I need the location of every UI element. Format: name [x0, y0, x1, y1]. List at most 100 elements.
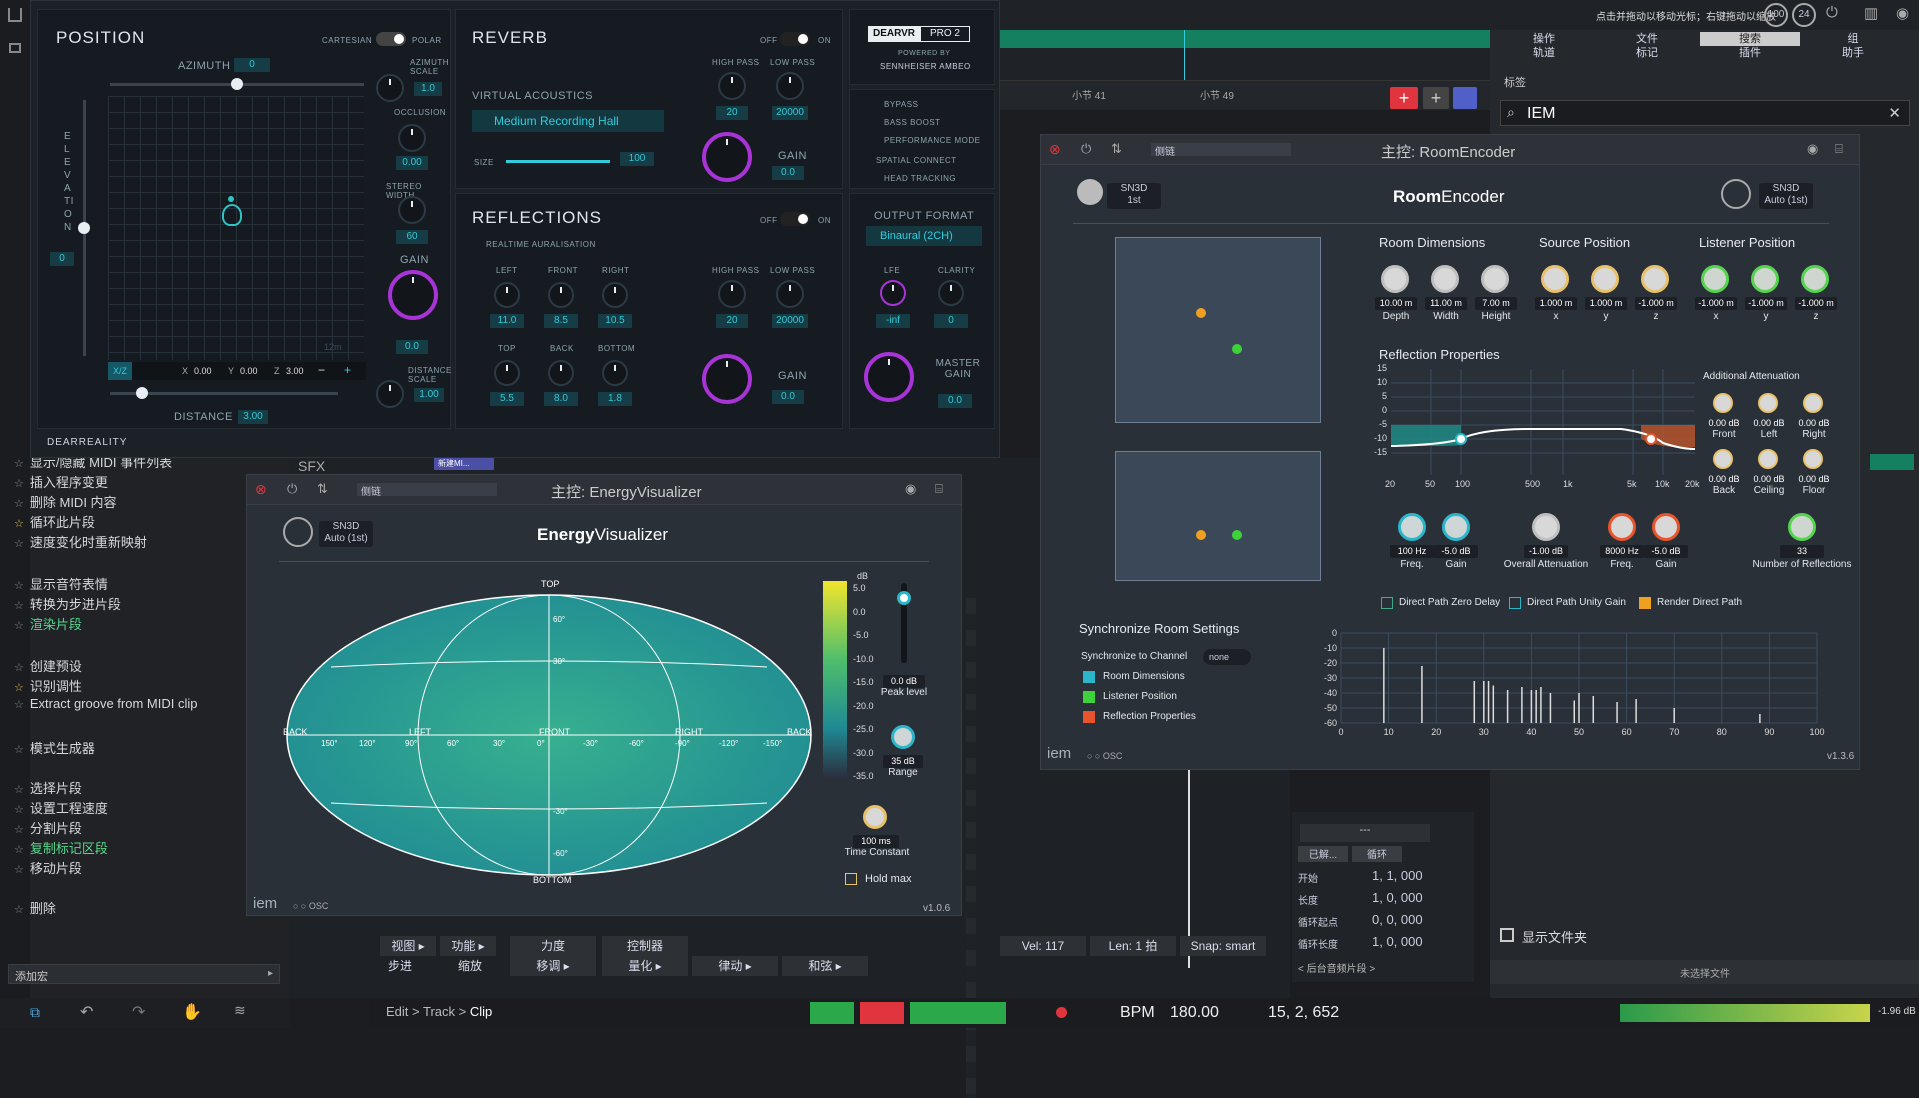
sidebar-item[interactable]: ☆ 速度变化时重新映射	[14, 532, 147, 551]
re-bottom-knob[interactable]	[1398, 513, 1426, 541]
star-icon[interactable]: ☆	[14, 824, 24, 836]
sync-listener-checkbox[interactable]	[1083, 691, 1095, 703]
sync-channel-select[interactable]: none	[1203, 649, 1251, 665]
bypass-option[interactable]: BYPASS	[884, 100, 918, 109]
re-dims-knob[interactable]	[1481, 265, 1509, 293]
sidebar-item[interactable]: ☆ 渲染片段	[14, 614, 82, 633]
size-value[interactable]: 100	[620, 152, 654, 166]
length-display[interactable]: Len: 1 拍	[1090, 936, 1176, 956]
loop-start-value[interactable]: 0, 0, 000	[1372, 912, 1423, 927]
refl-right-value[interactable]: 10.5	[598, 314, 632, 328]
star-icon[interactable]: ☆	[14, 600, 24, 612]
xz-button[interactable]: X/Z	[108, 362, 132, 380]
sidebar-item[interactable]: ☆ 分割片段	[14, 818, 82, 837]
master-gain-knob[interactable]	[864, 352, 914, 402]
sidebar-item[interactable]: ☆ 设置工程速度	[14, 798, 108, 817]
re-lis-value[interactable]: -1.000 m	[1695, 297, 1737, 310]
re-eye-icon[interactable]: ◉	[1807, 141, 1818, 157]
reverb-low-pass-value[interactable]: 20000	[772, 106, 808, 120]
lfe-knob[interactable]	[880, 280, 906, 306]
sidebar-item[interactable]: ☆ 转换为步进片段	[14, 594, 121, 613]
record-icon[interactable]	[1056, 1007, 1067, 1018]
re-osc-label[interactable]: ○ ○ OSC	[1087, 751, 1122, 761]
re-src-knob[interactable]	[1641, 265, 1669, 293]
lfe-value[interactable]: -inf	[876, 314, 910, 328]
re-src-value[interactable]: 1.000 m	[1535, 297, 1577, 310]
step-button[interactable]: 步进	[380, 956, 420, 976]
azimuth-scale-knob[interactable]	[376, 74, 404, 102]
star-icon[interactable]: ☆	[14, 682, 24, 694]
hand-icon[interactable]: ✋	[182, 1002, 202, 1022]
sync-room-dims-checkbox[interactable]	[1083, 671, 1095, 683]
hold-max-checkbox[interactable]	[845, 873, 857, 885]
transpose-menu[interactable]: 移调 ▸	[510, 956, 596, 976]
re-src-knob[interactable]	[1541, 265, 1569, 293]
add-button[interactable]: +	[1423, 87, 1449, 109]
clear-icon[interactable]: ✕	[1888, 104, 1901, 122]
browser-tab[interactable]: 助手	[1803, 46, 1903, 60]
sync-refl-checkbox[interactable]	[1083, 711, 1095, 723]
power-icon[interactable]: ⏻	[1826, 4, 1838, 21]
redo-icon[interactable]: ↷	[132, 1002, 145, 1022]
ev-routing-icon[interactable]: ⇅	[317, 481, 328, 497]
x-value[interactable]: 0.00	[194, 366, 212, 376]
refl-low-pass-knob[interactable]	[776, 280, 804, 308]
reverb-high-pass-value[interactable]: 20	[716, 106, 748, 120]
crumb-edit[interactable]: Edit	[386, 1004, 408, 1019]
star-icon[interactable]: ☆	[14, 518, 24, 530]
home-icon[interactable]	[8, 8, 22, 22]
ev-order-select[interactable]: SN3D Auto (1st)	[319, 521, 373, 547]
re-bottom-knob[interactable]	[1532, 513, 1560, 541]
playhead[interactable]	[1184, 30, 1185, 82]
refl-right-knob[interactable]	[602, 282, 628, 308]
bpm-value[interactable]: 180.00	[1170, 1004, 1219, 1022]
panel-icon[interactable]: ⧉	[30, 1004, 40, 1021]
star-icon[interactable]: ☆	[14, 580, 24, 592]
re-bottom-value[interactable]: 100 Hz	[1390, 545, 1434, 558]
re-input-order-select[interactable]: SN3D 1st	[1107, 183, 1161, 209]
show-folder-checkbox[interactable]	[1500, 928, 1514, 942]
sidebar-item[interactable]: ☆ 选择片段	[14, 778, 82, 797]
refl-front-knob[interactable]	[548, 282, 574, 308]
refl-left-value[interactable]: 11.0	[490, 314, 524, 328]
ev-camera-icon[interactable]: ⌸	[935, 481, 943, 497]
reverb-gain-value[interactable]: 0.0	[772, 166, 804, 180]
star-icon[interactable]: ☆	[14, 864, 24, 876]
crumb-track[interactable]: Track	[423, 1004, 455, 1019]
sidebar-item[interactable]: ☆ 创建预设	[14, 656, 82, 675]
count-indicator[interactable]: 24	[1792, 3, 1816, 27]
zoom-in-button[interactable]: +	[344, 363, 351, 377]
browser-tab[interactable]: 插件	[1700, 46, 1800, 60]
refl-bottom-knob[interactable]	[602, 360, 628, 386]
timeline-region[interactable]	[1000, 30, 1490, 48]
re-src-value[interactable]: -1.000 m	[1635, 297, 1677, 310]
new-midi-clip[interactable]: 新建MI...	[434, 458, 494, 470]
star-icon[interactable]: ☆	[14, 498, 24, 510]
loop-length-value[interactable]: 1, 0, 000	[1372, 934, 1423, 949]
zoom-indicator[interactable]: 100	[1764, 3, 1788, 27]
elevation-handle[interactable]	[78, 222, 90, 234]
azimuth-value[interactable]: 0	[234, 58, 270, 72]
position-grid[interactable]: 12m	[108, 96, 364, 360]
direct-zero-delay-checkbox[interactable]	[1381, 597, 1393, 609]
refl-gain-value[interactable]: 0.0	[772, 390, 804, 404]
position-value[interactable]: 15, 2, 652	[1268, 1004, 1339, 1022]
re-bottom-value[interactable]: 8000 Hz	[1600, 545, 1644, 558]
re-routing-icon[interactable]: ⇅	[1111, 141, 1122, 157]
controller-tab[interactable]: 控制器	[602, 936, 688, 956]
ev-power-icon[interactable]: ⏻	[287, 481, 297, 497]
ev-close-icon[interactable]: ⊗	[255, 481, 267, 498]
reverb-low-pass-knob[interactable]	[776, 72, 804, 100]
realtime-label[interactable]: REALTIME AURALISATION	[486, 240, 596, 249]
render-direct-path-checkbox[interactable]	[1639, 597, 1651, 609]
re-camera-icon[interactable]: ⌸	[1835, 141, 1843, 157]
re-lis-value[interactable]: -1.000 m	[1745, 297, 1787, 310]
refl-gain-knob[interactable]	[702, 354, 752, 404]
velocity-display[interactable]: Vel: 117	[1000, 936, 1086, 956]
lock-icon[interactable]	[9, 43, 21, 53]
search-input[interactable]: ⌕ IEM ✕	[1500, 100, 1910, 126]
distance-handle[interactable]	[136, 387, 148, 399]
refl-back-value[interactable]: 8.0	[544, 392, 578, 406]
star-icon[interactable]: ☆	[14, 804, 24, 816]
room-top-view[interactable]	[1115, 237, 1321, 423]
